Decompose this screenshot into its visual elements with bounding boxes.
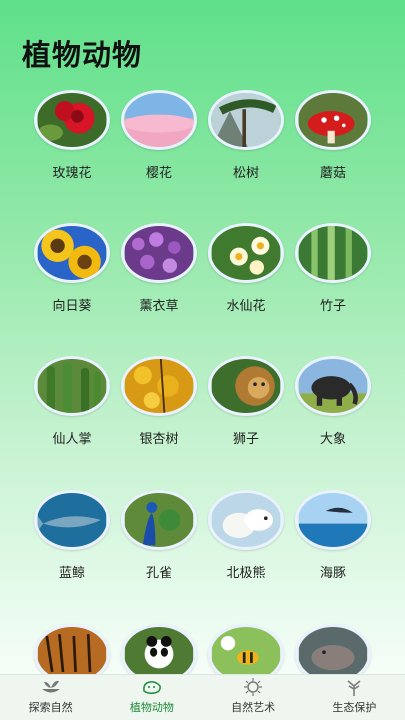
card-mushroom[interactable]: 蘑菇 bbox=[288, 90, 378, 181]
card-narcissus[interactable]: 水仙花 bbox=[201, 223, 291, 314]
card-lavender[interactable]: 薰衣草 bbox=[114, 223, 204, 314]
tab-plants-animals[interactable]: 植物动物 bbox=[112, 677, 192, 720]
card-label: 狮子 bbox=[232, 432, 259, 447]
card-label: 松树 bbox=[232, 166, 259, 181]
card-label: 银杏树 bbox=[139, 432, 179, 447]
blue-whale-image bbox=[34, 490, 110, 550]
bamboo-image bbox=[295, 223, 371, 283]
card-label: 大象 bbox=[319, 432, 346, 447]
card-label: 向日葵 bbox=[52, 299, 92, 314]
lavender-image bbox=[121, 223, 197, 283]
card-peacock[interactable]: 孔雀 bbox=[114, 490, 204, 581]
pine-image bbox=[208, 90, 284, 150]
tab-label: 探索自然 bbox=[28, 701, 73, 714]
elephant-image bbox=[295, 356, 371, 416]
card-elephant[interactable]: 大象 bbox=[288, 356, 378, 447]
card-dolphin[interactable]: 海豚 bbox=[288, 490, 378, 581]
card-sakura[interactable]: 樱花 bbox=[114, 90, 204, 181]
card-pine[interactable]: 松树 bbox=[201, 90, 291, 181]
card-label: 海豚 bbox=[319, 566, 346, 581]
card-rose[interactable]: 玫瑰花 bbox=[27, 90, 117, 181]
card-label: 孔雀 bbox=[145, 566, 172, 581]
tab-label: 生态保护 bbox=[332, 701, 377, 714]
animal-head-icon bbox=[112, 677, 192, 697]
sakura-image bbox=[121, 90, 197, 150]
tab-label: 自然艺术 bbox=[231, 701, 276, 714]
tab-eco-protection[interactable]: 生态保护 bbox=[314, 677, 394, 720]
tab-label: 植物动物 bbox=[129, 701, 174, 714]
lion-image bbox=[208, 356, 284, 416]
peacock-image bbox=[121, 490, 197, 550]
bottom-tab-bar: 探索自然 植物动物 自然艺术 生态保护 bbox=[0, 674, 405, 720]
card-label: 蘑菇 bbox=[319, 166, 346, 181]
tree-icon bbox=[314, 677, 394, 697]
dolphin-image bbox=[295, 490, 371, 550]
card-polar-bear[interactable]: 北极熊 bbox=[201, 490, 291, 581]
bowl-sprout-icon bbox=[11, 677, 91, 697]
card-bamboo[interactable]: 竹子 bbox=[288, 223, 378, 314]
rose-image bbox=[34, 90, 110, 150]
card-label: 玫瑰花 bbox=[52, 166, 92, 181]
card-blue-whale[interactable]: 蓝鲸 bbox=[27, 490, 117, 581]
species-grid: 玫瑰花 樱花 松树 蘑菇 向日葵 薰衣草 水仙花 竹子 仙人掌 银杏树 狮子 大… bbox=[0, 0, 405, 720]
card-label: 竹子 bbox=[319, 299, 346, 314]
card-sunflower[interactable]: 向日葵 bbox=[27, 223, 117, 314]
sunflower-image bbox=[34, 223, 110, 283]
card-ginkgo[interactable]: 银杏树 bbox=[114, 356, 204, 447]
card-label: 仙人掌 bbox=[52, 432, 92, 447]
ginkgo-image bbox=[121, 356, 197, 416]
card-lion[interactable]: 狮子 bbox=[201, 356, 291, 447]
card-label: 北极熊 bbox=[226, 566, 266, 581]
card-label: 蓝鲸 bbox=[58, 566, 85, 581]
sun-icon bbox=[213, 677, 293, 697]
card-cactus[interactable]: 仙人掌 bbox=[27, 356, 117, 447]
card-label: 薰衣草 bbox=[139, 299, 179, 314]
tab-explore-nature[interactable]: 探索自然 bbox=[11, 677, 91, 720]
tab-nature-art[interactable]: 自然艺术 bbox=[213, 677, 293, 720]
card-label: 水仙花 bbox=[226, 299, 266, 314]
narcissus-image bbox=[208, 223, 284, 283]
card-label: 樱花 bbox=[145, 166, 172, 181]
cactus-image bbox=[34, 356, 110, 416]
mushroom-image bbox=[295, 90, 371, 150]
polar-bear-image bbox=[208, 490, 284, 550]
